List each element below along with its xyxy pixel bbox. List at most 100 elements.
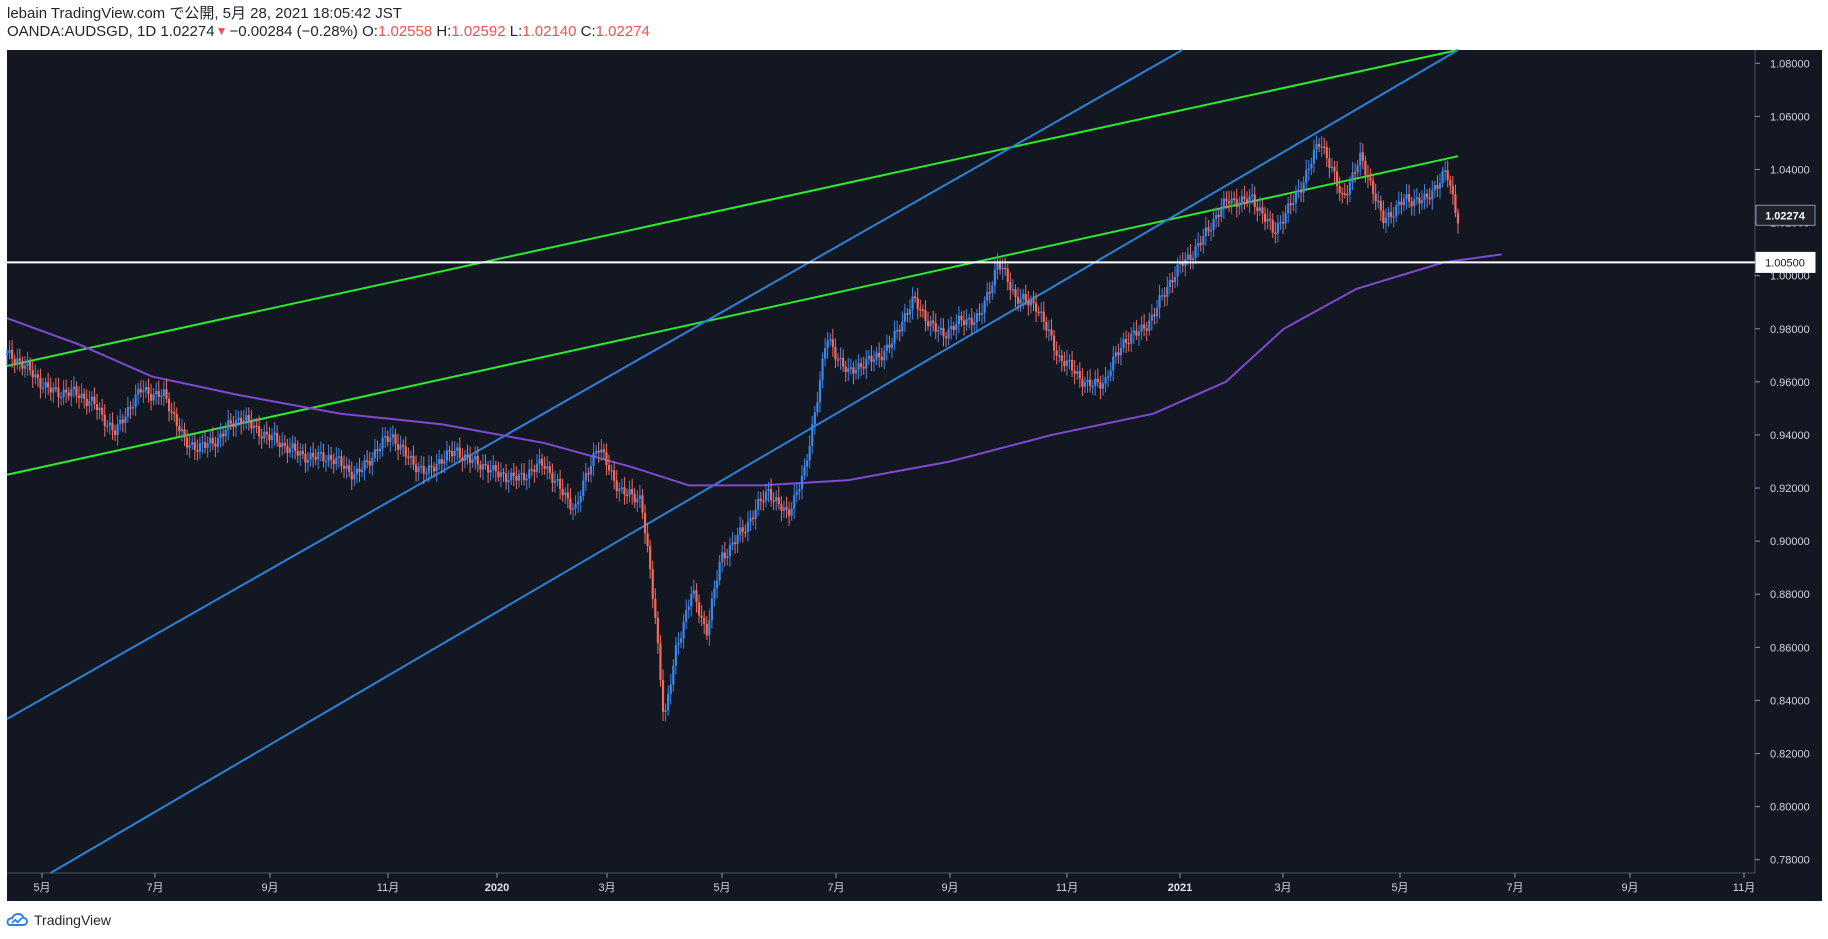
candle-body bbox=[1305, 170, 1308, 183]
current-price-label: 1.02274 bbox=[1765, 210, 1806, 222]
candle-body bbox=[396, 443, 400, 450]
candle-body bbox=[625, 494, 629, 497]
candle-body bbox=[1222, 198, 1225, 209]
candle-body bbox=[497, 471, 500, 478]
candle-body bbox=[890, 343, 894, 348]
candle-body bbox=[23, 365, 27, 369]
candle-body bbox=[944, 336, 948, 339]
candle-body bbox=[72, 386, 75, 390]
candle-body bbox=[559, 478, 562, 489]
candle-body bbox=[348, 465, 351, 472]
candle-body bbox=[505, 473, 508, 483]
open-value: 1.02558 bbox=[377, 23, 433, 40]
candle-body bbox=[353, 474, 356, 480]
candle-body bbox=[1348, 182, 1352, 195]
candle-body bbox=[1220, 208, 1223, 217]
candle-body bbox=[1379, 200, 1382, 211]
publisher-line: lebain TradingView.com で公開, 5月 28, 2021 … bbox=[7, 5, 402, 22]
candle-body bbox=[566, 492, 569, 499]
candle-body bbox=[108, 422, 112, 426]
candle-body bbox=[21, 360, 24, 369]
time-tick-label: 2021 bbox=[1168, 882, 1192, 894]
candle-body bbox=[782, 507, 786, 511]
candle-body bbox=[528, 469, 531, 479]
candle-body bbox=[821, 358, 824, 380]
candle-body bbox=[942, 327, 945, 337]
candle-body bbox=[1451, 185, 1454, 195]
candle-body bbox=[486, 465, 490, 473]
candle-body bbox=[1346, 193, 1349, 196]
high-value: 1.02592 bbox=[451, 23, 506, 40]
candle-body bbox=[507, 480, 510, 483]
candle-body bbox=[628, 489, 631, 496]
tradingview-branding[interactable]: TradingView bbox=[6, 911, 111, 929]
candle-body bbox=[65, 389, 68, 393]
candle-body bbox=[75, 386, 78, 396]
candle-body bbox=[952, 326, 955, 330]
candle-body bbox=[299, 451, 302, 456]
candle-body bbox=[1366, 175, 1370, 178]
price-tick-label: 0.96000 bbox=[1770, 377, 1810, 389]
candle-body bbox=[844, 366, 847, 372]
candle-body bbox=[263, 431, 266, 439]
candle-body bbox=[824, 348, 827, 359]
candle-body bbox=[394, 434, 397, 444]
candle-body bbox=[718, 562, 721, 581]
candle-body bbox=[301, 451, 304, 454]
candle-body bbox=[170, 411, 173, 413]
candle-body bbox=[389, 437, 392, 442]
candle-body bbox=[926, 321, 930, 327]
candle-body bbox=[682, 621, 685, 639]
candle-body bbox=[875, 352, 878, 360]
candle-body bbox=[1335, 171, 1339, 187]
candle-body bbox=[613, 470, 616, 481]
candle-body bbox=[1369, 177, 1372, 181]
candle-body bbox=[1359, 152, 1362, 166]
candle-body bbox=[1209, 229, 1213, 232]
candle-body bbox=[1233, 198, 1236, 200]
candle-body bbox=[1243, 196, 1246, 200]
candle-body bbox=[183, 429, 186, 438]
candle-body bbox=[744, 531, 747, 534]
candle-body bbox=[1076, 371, 1079, 374]
time-tick-label: 5月 bbox=[33, 882, 50, 894]
candle-body bbox=[165, 389, 168, 399]
candle-body bbox=[203, 442, 207, 448]
candle-body bbox=[345, 465, 348, 469]
candle-body bbox=[18, 358, 21, 361]
candle-body bbox=[1361, 152, 1364, 161]
candle-body bbox=[754, 509, 757, 520]
candle-body bbox=[466, 454, 469, 457]
candle-body bbox=[240, 417, 243, 424]
candle-body bbox=[448, 450, 451, 452]
candle-body bbox=[1089, 379, 1092, 386]
candle-body bbox=[1153, 314, 1156, 317]
time-tick-label: 3月 bbox=[598, 882, 615, 894]
candle-body bbox=[252, 425, 256, 429]
candle-body bbox=[157, 390, 160, 398]
candle-body bbox=[929, 320, 932, 327]
candle-body bbox=[1251, 194, 1254, 196]
candle-body bbox=[1320, 146, 1323, 148]
candle-body bbox=[358, 468, 361, 473]
candle-body bbox=[759, 498, 762, 501]
candle-body bbox=[1009, 281, 1012, 290]
candle-body bbox=[512, 472, 515, 477]
candle-body bbox=[371, 457, 374, 466]
candle-body bbox=[124, 416, 127, 424]
time-axis-background bbox=[7, 873, 1822, 901]
candle-body bbox=[438, 459, 441, 464]
candle-body bbox=[631, 489, 634, 495]
candle-body bbox=[602, 449, 605, 453]
candle-body bbox=[1238, 204, 1241, 208]
symbol-ohlc-line: OANDA:AUDSGD, 1D 1.02274▼ −0.00284 (−0.28… bbox=[7, 23, 650, 41]
candle-body bbox=[733, 542, 737, 544]
candle-body bbox=[1454, 194, 1457, 213]
candle-body bbox=[47, 382, 50, 388]
candle-body bbox=[134, 394, 137, 408]
candle-body bbox=[381, 437, 384, 449]
candle-body bbox=[674, 644, 678, 666]
price-chart[interactable]: 1.080001.060001.040001.020001.000000.980… bbox=[0, 0, 1828, 939]
candle-body bbox=[412, 455, 415, 465]
candle-body bbox=[44, 382, 47, 388]
